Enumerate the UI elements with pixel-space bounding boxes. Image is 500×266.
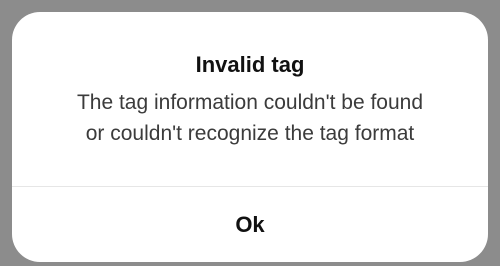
dialog-message-line-2: or couldn't recognize the tag format — [85, 122, 415, 145]
dialog-message-line-1: The tag information couldn't be found — [76, 91, 424, 114]
dialog-message: The tag information couldn't be found or… — [12, 87, 488, 149]
ok-button[interactable]: Ok — [12, 187, 488, 262]
alert-dialog: Invalid tag The tag information couldn't… — [12, 12, 488, 262]
dialog-title: Invalid tag — [195, 52, 305, 77]
dialog-body: Invalid tag The tag information couldn't… — [12, 12, 488, 186]
